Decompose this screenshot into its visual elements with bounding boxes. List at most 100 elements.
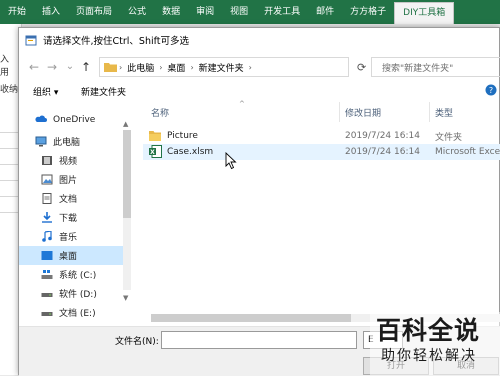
sidebar-item-onedrive[interactable]: OneDrive <box>19 110 123 129</box>
refresh-icon[interactable]: ⟳ <box>357 61 366 74</box>
back-icon[interactable]: ← <box>27 60 41 74</box>
sidebar-item-documents[interactable]: 文档 <box>19 189 123 208</box>
file-date: 2019/7/24 16:14 <box>345 131 420 141</box>
dialog-title: 请选择文件,按住Ctrl、Shift可多选 <box>43 36 190 47</box>
column-header-type[interactable]: 类型 <box>435 106 453 119</box>
mouse-cursor-icon <box>225 152 237 170</box>
ribbon-fragment: 收纳 <box>0 85 19 95</box>
sidebar-item-label: 下载 <box>59 214 78 224</box>
excel-file-icon: X <box>149 145 162 158</box>
ribbon-tab-fangfang[interactable]: 方方格子 <box>342 0 394 24</box>
breadcrumb-separator-icon: › <box>159 62 163 72</box>
dialog-toolbar: 组织 ▾ 新建文件夹 ? <box>19 80 500 102</box>
ribbon-tab-diy-toolbox[interactable]: DIY工具箱 <box>394 2 455 24</box>
ribbon-tab-home[interactable]: 开始 <box>0 0 34 24</box>
sort-up-icon: ^ <box>239 100 245 108</box>
file-name: Picture <box>167 131 198 141</box>
sidebar-item-videos[interactable]: 视频 <box>19 151 123 170</box>
file-row-picture[interactable]: Picture 2019/7/24 16:14 文件夹 <box>143 128 500 144</box>
scroll-up-icon[interactable]: ▲ <box>123 120 128 128</box>
desktop-icon <box>41 251 53 260</box>
download-icon <box>42 212 52 223</box>
ribbon-tab-insert[interactable]: 插入 <box>34 0 68 24</box>
sidebar-item-label: 图片 <box>59 176 78 186</box>
sidebar-item-label: 音乐 <box>59 233 78 243</box>
column-header-name[interactable]: 名称 <box>151 106 169 119</box>
ribbon-tab-view[interactable]: 视图 <box>222 0 256 24</box>
breadcrumb-new-folder[interactable]: 新建文件夹 <box>199 61 244 74</box>
navigation-pane: OneDrive 此电脑 视频 图片 文档 下载 音乐 桌面 系统 (C:) 软… <box>19 102 137 322</box>
file-picker-icon <box>25 35 37 46</box>
nav-scrollbar-thumb[interactable] <box>123 130 131 218</box>
sidebar-item-desktop[interactable]: 桌面 <box>19 246 123 265</box>
file-name: Case.xlsm <box>167 147 214 157</box>
new-folder-button[interactable]: 新建文件夹 <box>81 85 126 98</box>
search-input[interactable]: 搜索"新建文件夹" <box>371 57 500 77</box>
column-header-date[interactable]: 修改日期 <box>345 106 381 119</box>
cloud-icon <box>35 115 47 122</box>
sidebar-item-label: 文档 <box>59 195 78 205</box>
ribbon-tab-data[interactable]: 数据 <box>154 0 188 24</box>
file-row-case-xlsm[interactable]: X Case.xlsm 2019/7/24 16:14 Microsoft Ex… <box>143 144 500 160</box>
sidebar-item-music[interactable]: 音乐 <box>19 227 123 246</box>
forward-icon[interactable]: → <box>45 60 59 74</box>
sidebar-item-drive-c[interactable]: 系统 (C:) <box>19 265 123 284</box>
computer-icon <box>35 136 47 147</box>
ribbon-fragment: 用 <box>0 68 10 78</box>
sidebar-item-label: 视频 <box>59 157 78 167</box>
folder-icon <box>104 63 117 72</box>
sidebar-item-label: 软件 (D:) <box>59 290 97 300</box>
ribbon-tab-developer[interactable]: 开发工具 <box>256 0 308 24</box>
address-bar[interactable]: › 此电脑 › 桌面 › 新建文件夹 › <box>99 57 349 77</box>
breadcrumb-desktop[interactable]: 桌面 <box>167 61 185 74</box>
breadcrumb-separator-icon: › <box>119 62 123 72</box>
sidebar-item-this-pc[interactable]: 此电脑 <box>19 132 123 151</box>
ribbon-tab-page-layout[interactable]: 页面布局 <box>68 0 120 24</box>
scroll-down-icon[interactable]: ▼ <box>123 294 128 302</box>
sidebar-item-label: OneDrive <box>53 114 96 125</box>
address-row: ← → ⌄ ↑ › 此电脑 › 桌面 › 新建文件夹 › ⟳ 搜索"新建文件夹" <box>19 54 500 80</box>
system-drive-icon <box>41 270 53 279</box>
watermark-title: 百科全说 <box>376 316 481 345</box>
column-divider[interactable] <box>429 102 430 122</box>
filename-label: 文件名(N): <box>115 337 159 347</box>
organize-button[interactable]: 组织 ▾ <box>33 85 58 98</box>
svg-text:X: X <box>150 149 155 156</box>
folder-icon <box>149 131 161 141</box>
drive-icon <box>41 312 53 316</box>
excel-ribbon: 开始 插入 页面布局 公式 数据 审阅 视图 开发工具 邮件 方方格子 DIY工… <box>0 0 500 24</box>
recent-dropdown-icon[interactable]: ⌄ <box>63 60 77 74</box>
file-list: 名称 ^ 修改日期 类型 Picture 2019/7/24 16:14 文件夹… <box>143 100 500 322</box>
ribbon-tab-mail[interactable]: 邮件 <box>308 0 342 24</box>
watermark-subtitle: 助你轻松解决 <box>381 348 477 364</box>
sidebar-item-label: 桌面 <box>59 252 78 262</box>
sidebar-item-drive-d[interactable]: 软件 (D:) <box>19 284 123 303</box>
column-divider[interactable] <box>339 102 340 122</box>
ribbon-fragment: 入 <box>0 55 10 65</box>
search-placeholder: 搜索"新建文件夹" <box>382 63 454 74</box>
svg-text:?: ? <box>489 86 493 95</box>
picture-icon <box>41 174 53 185</box>
sidebar-item-label: 此电脑 <box>53 138 81 148</box>
file-type: Microsoft Exce <box>435 147 500 157</box>
sidebar-item-drive-e[interactable]: 文档 (E:) <box>19 303 123 322</box>
file-type: 文件夹 <box>435 132 463 143</box>
help-icon[interactable]: ? <box>485 84 497 96</box>
document-icon <box>42 193 52 204</box>
filename-input[interactable] <box>161 331 357 349</box>
breadcrumb-separator-icon: › <box>190 62 194 72</box>
up-icon[interactable]: ↑ <box>79 60 93 74</box>
sidebar-item-pictures[interactable]: 图片 <box>19 170 123 189</box>
sidebar-item-label: 文档 (E:) <box>59 309 96 319</box>
drive-icon <box>41 293 53 297</box>
dialog-titlebar: 请选择文件,按住Ctrl、Shift可多选 <box>19 28 500 52</box>
sidebar-item-downloads[interactable]: 下载 <box>19 208 123 227</box>
breadcrumb-this-pc[interactable]: 此电脑 <box>127 61 154 74</box>
file-date: 2019/7/24 16:14 <box>345 147 420 157</box>
horizontal-scrollbar-thumb[interactable] <box>151 314 351 322</box>
video-icon <box>42 156 52 165</box>
music-icon <box>42 231 52 242</box>
ribbon-tab-formulas[interactable]: 公式 <box>120 0 154 24</box>
sidebar-item-label: 系统 (C:) <box>59 271 97 281</box>
ribbon-tab-review[interactable]: 审阅 <box>188 0 222 24</box>
